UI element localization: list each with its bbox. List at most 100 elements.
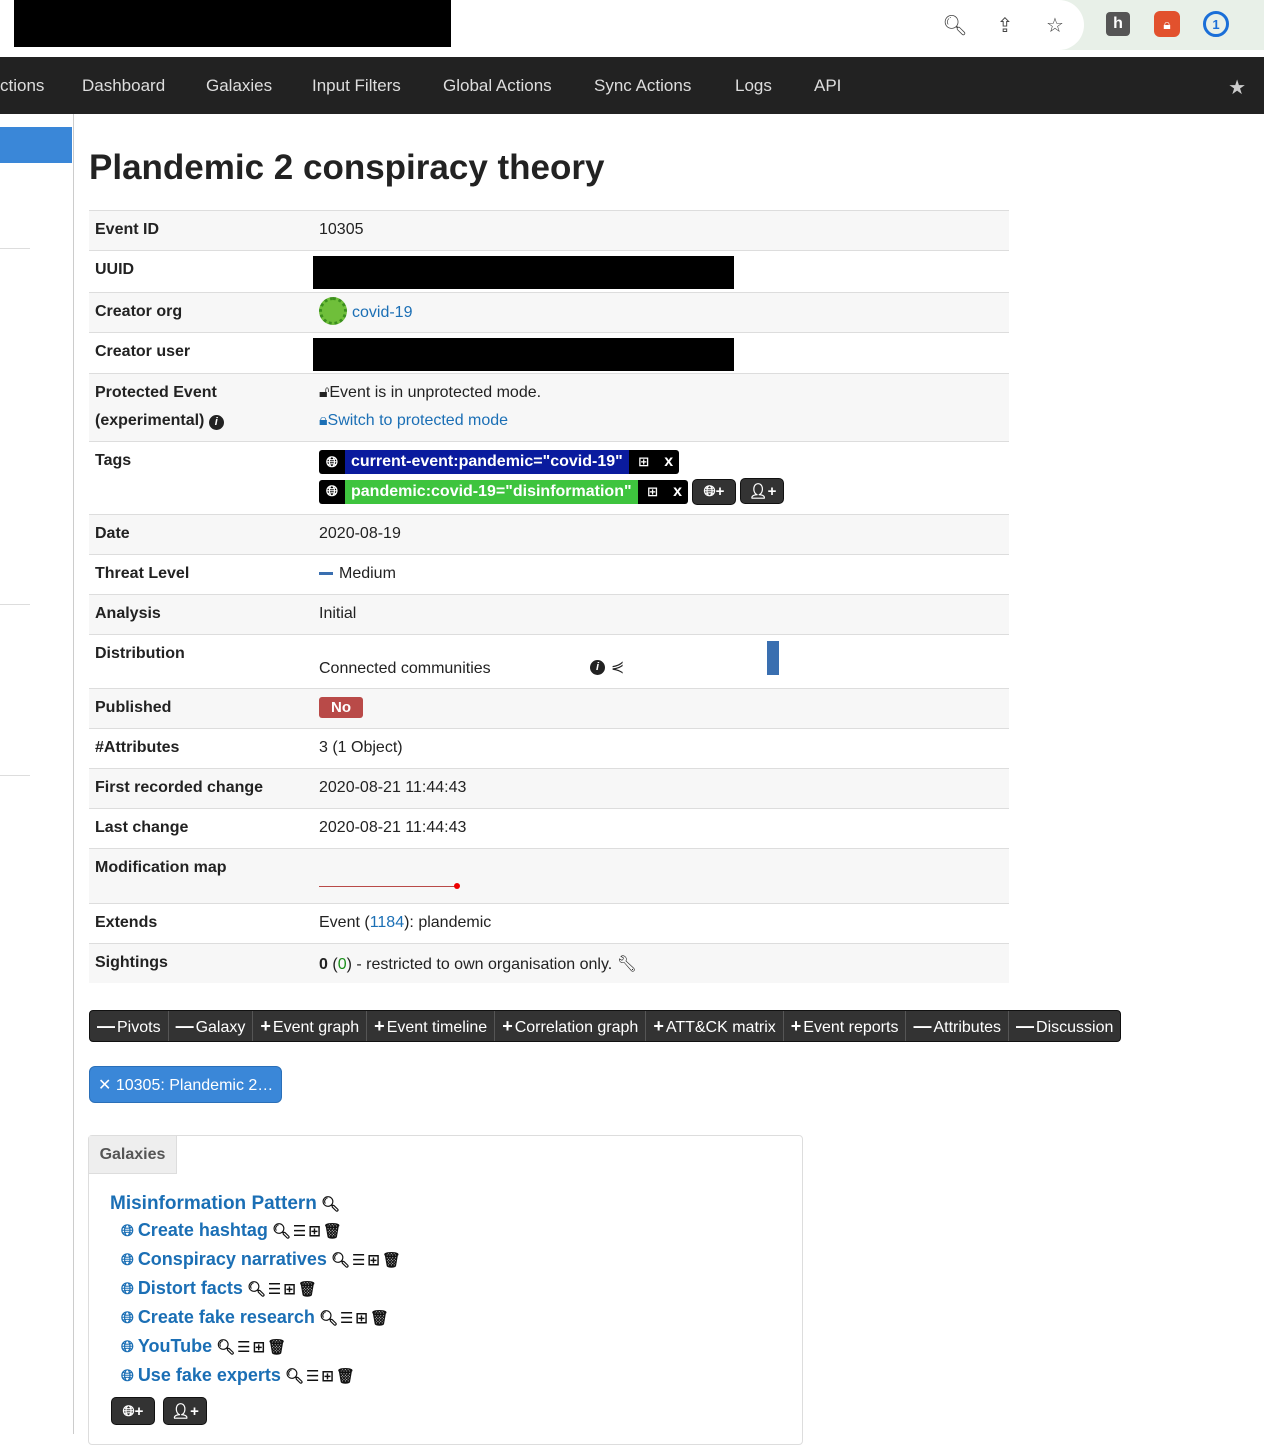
extends-row: Extends Event (1184): plandemic bbox=[89, 903, 1009, 943]
tab-galaxy[interactable]: — Galaxy bbox=[169, 1011, 254, 1041]
tag-remove-button[interactable]: x bbox=[668, 483, 688, 501]
nav-input-filters[interactable]: Input Filters bbox=[312, 57, 401, 114]
sightings-text: - restricted to own organisation only. bbox=[351, 956, 613, 973]
galaxy-cluster-item[interactable]: 🌐︎ Conspiracy narratives 🔍︎☰⊞🗑︎ bbox=[121, 1249, 403, 1270]
galaxy-cluster-item[interactable]: 🌐︎ YouTube 🔍︎☰⊞🗑︎ bbox=[121, 1336, 288, 1357]
first-change-value: 2020-08-21 11:44:43 bbox=[319, 779, 467, 796]
galaxy-cluster-item[interactable]: 🌐︎ Create fake research 🔍︎☰⊞🗑︎ bbox=[121, 1307, 391, 1328]
tab-attributes[interactable]: — Attributes bbox=[906, 1011, 1010, 1041]
event-id-row: Event ID 10305 bbox=[89, 210, 1009, 250]
cluster-actions-icons[interactable]: 🔍︎☰⊞🗑︎ bbox=[247, 1281, 319, 1298]
last-change-label: Last change bbox=[95, 819, 189, 836]
tab-discussion[interactable]: — Discussion bbox=[1009, 1011, 1120, 1041]
close-icon[interactable]: ✕ bbox=[98, 1077, 111, 1094]
nav-galaxies[interactable]: Galaxies bbox=[206, 57, 272, 114]
analysis-label: Analysis bbox=[95, 605, 161, 622]
add-local-galaxy-button[interactable]: 👤︎+ bbox=[163, 1397, 207, 1425]
modification-map-label: Modification map bbox=[95, 859, 227, 876]
sidebar-separator bbox=[0, 775, 30, 776]
sidebar-divider bbox=[73, 114, 74, 1434]
pivot-pill[interactable]: ✕ 10305: Plandemic 2… bbox=[89, 1066, 283, 1103]
nav-logs[interactable]: Logs bbox=[735, 57, 772, 114]
threat-level-value: Medium bbox=[339, 565, 396, 582]
galaxies-tab[interactable]: Galaxies bbox=[89, 1136, 177, 1174]
cluster-actions-icons[interactable]: 🔍︎☰⊞🗑︎ bbox=[319, 1310, 391, 1327]
tag-current-event[interactable]: 🌐︎ current-event:pandemic="covid-19" ⊞ x bbox=[319, 450, 679, 474]
globe-icon: 🌐︎ bbox=[121, 1252, 134, 1269]
tab-event-reports[interactable]: + Event reports bbox=[784, 1011, 907, 1041]
analysis-row: Analysis Initial bbox=[89, 594, 1009, 634]
tag-tree-icon[interactable]: ⊞ bbox=[638, 484, 668, 500]
share-network-icon[interactable]: ⋞ bbox=[611, 657, 624, 677]
tab-attack-matrix[interactable]: + ATT&CK matrix bbox=[646, 1011, 784, 1041]
tags-label: Tags bbox=[95, 452, 132, 469]
tag-label[interactable]: current-event:pandemic="covid-19" bbox=[345, 450, 629, 474]
sightings-count: 0 bbox=[319, 956, 328, 973]
nav-dashboard[interactable]: Dashboard bbox=[82, 57, 165, 114]
tag-pandemic[interactable]: 🌐︎ pandemic:covid-19="disinformation" ⊞ … bbox=[319, 479, 688, 504]
globe-icon: 🌐︎ bbox=[325, 483, 338, 500]
tag-label[interactable]: pandemic:covid-19="disinformation" bbox=[345, 479, 638, 504]
published-badge: No bbox=[319, 697, 363, 718]
add-global-tag-button[interactable]: 🌐︎+ bbox=[692, 478, 737, 505]
last-change-value: 2020-08-21 11:44:43 bbox=[319, 819, 467, 836]
info-icon[interactable]: i bbox=[208, 415, 224, 430]
info-icon[interactable]: i bbox=[590, 660, 605, 675]
search-icon[interactable]: 🔍︎ bbox=[321, 1196, 340, 1213]
creator-org-row: Creator org covid-19 bbox=[89, 292, 1009, 332]
tag-tree-icon[interactable]: ⊞ bbox=[629, 454, 659, 470]
tab-event-timeline[interactable]: + Event timeline bbox=[367, 1011, 496, 1041]
published-row: Published No bbox=[89, 688, 1009, 728]
analysis-value: Initial bbox=[319, 605, 357, 622]
nav-actions[interactable]: ctions bbox=[0, 57, 44, 114]
bookmark-star-icon[interactable]: ☆ bbox=[1040, 10, 1070, 40]
zoom-icon[interactable]: 🔍︎ bbox=[940, 10, 970, 40]
nav-api[interactable]: API bbox=[814, 57, 841, 114]
cluster-actions-icons[interactable]: 🔍︎☰⊞🗑︎ bbox=[285, 1368, 357, 1385]
nav-global-actions[interactable]: Global Actions bbox=[443, 57, 552, 114]
star-icon[interactable]: ★ bbox=[1228, 75, 1246, 100]
address-bar[interactable] bbox=[0, 0, 1084, 50]
nav-sync-actions[interactable]: Sync Actions bbox=[594, 57, 691, 114]
first-change-label: First recorded change bbox=[95, 779, 264, 796]
first-change-row: First recorded change 2020-08-21 11:44:4… bbox=[89, 768, 1009, 808]
tab-pivots[interactable]: — Pivots bbox=[90, 1011, 169, 1041]
extends-event-link[interactable]: 1184 bbox=[370, 914, 404, 931]
creator-org-link[interactable]: covid-19 bbox=[352, 304, 412, 321]
sidebar-active-item[interactable] bbox=[0, 127, 72, 163]
extends-label: Extends bbox=[95, 914, 158, 931]
hypothesis-extension-icon[interactable]: h bbox=[1106, 12, 1130, 36]
creator-org-label: Creator org bbox=[95, 303, 183, 320]
tab-correlation-graph[interactable]: + Correlation graph bbox=[495, 1011, 647, 1041]
sidebar-separator bbox=[0, 248, 30, 249]
event-view-tabs: — Pivots — Galaxy + Event graph + Event time… bbox=[89, 1010, 1122, 1042]
modification-map-point[interactable] bbox=[454, 883, 460, 889]
protected-event-label: Protected Event bbox=[95, 384, 217, 401]
org-logo-icon bbox=[319, 297, 347, 325]
privacy-extension-icon[interactable]: 🔒︎ bbox=[1154, 11, 1180, 37]
attributes-label: #Attributes bbox=[95, 739, 180, 756]
cluster-actions-icons[interactable]: 🔍︎☰⊞🗑︎ bbox=[216, 1339, 288, 1356]
sightings-sub-count[interactable]: 0 bbox=[338, 956, 347, 973]
creator-user-row: Creator user bbox=[89, 332, 1009, 373]
cluster-actions-icons[interactable]: 🔍︎☰⊞🗑︎ bbox=[331, 1252, 403, 1269]
uuid-label: UUID bbox=[95, 261, 135, 278]
globe-icon: 🌐︎ bbox=[325, 453, 338, 471]
add-global-galaxy-button[interactable]: 🌐︎+ bbox=[111, 1397, 155, 1425]
galaxy-cluster-item[interactable]: 🌐︎ Create hashtag 🔍︎☰⊞🗑︎ bbox=[121, 1220, 344, 1241]
cluster-actions-icons[interactable]: 🔍︎☰⊞🗑︎ bbox=[272, 1223, 344, 1240]
tab-event-graph[interactable]: + Event graph bbox=[253, 1011, 368, 1041]
switch-protected-link[interactable]: 🔒︎Switch to protected mode bbox=[319, 407, 1009, 435]
tag-remove-button[interactable]: x bbox=[659, 453, 679, 471]
galaxy-title[interactable]: Misinformation Pattern 🔍︎ bbox=[110, 1193, 340, 1215]
galaxy-cluster-item[interactable]: 🌐︎ Distort facts 🔍︎☰⊞🗑︎ bbox=[121, 1278, 319, 1299]
wrench-icon[interactable]: 🔧︎ bbox=[617, 956, 637, 973]
password-manager-icon[interactable]: 1 bbox=[1203, 11, 1229, 37]
add-local-tag-button[interactable]: 👤︎+ bbox=[740, 478, 785, 504]
browser-toolbar: 🔍︎ ⇪ ☆ h 🔒︎ 1 bbox=[0, 0, 1264, 50]
share-icon[interactable]: ⇪ bbox=[990, 10, 1020, 40]
main-nav: ctions Dashboard Galaxies Input Filters … bbox=[0, 57, 1264, 114]
galaxy-cluster-item[interactable]: 🌐︎ Use fake experts 🔍︎☰⊞🗑︎ bbox=[121, 1365, 357, 1386]
distribution-graph bbox=[767, 641, 779, 675]
redacted-uuid bbox=[313, 256, 734, 289]
